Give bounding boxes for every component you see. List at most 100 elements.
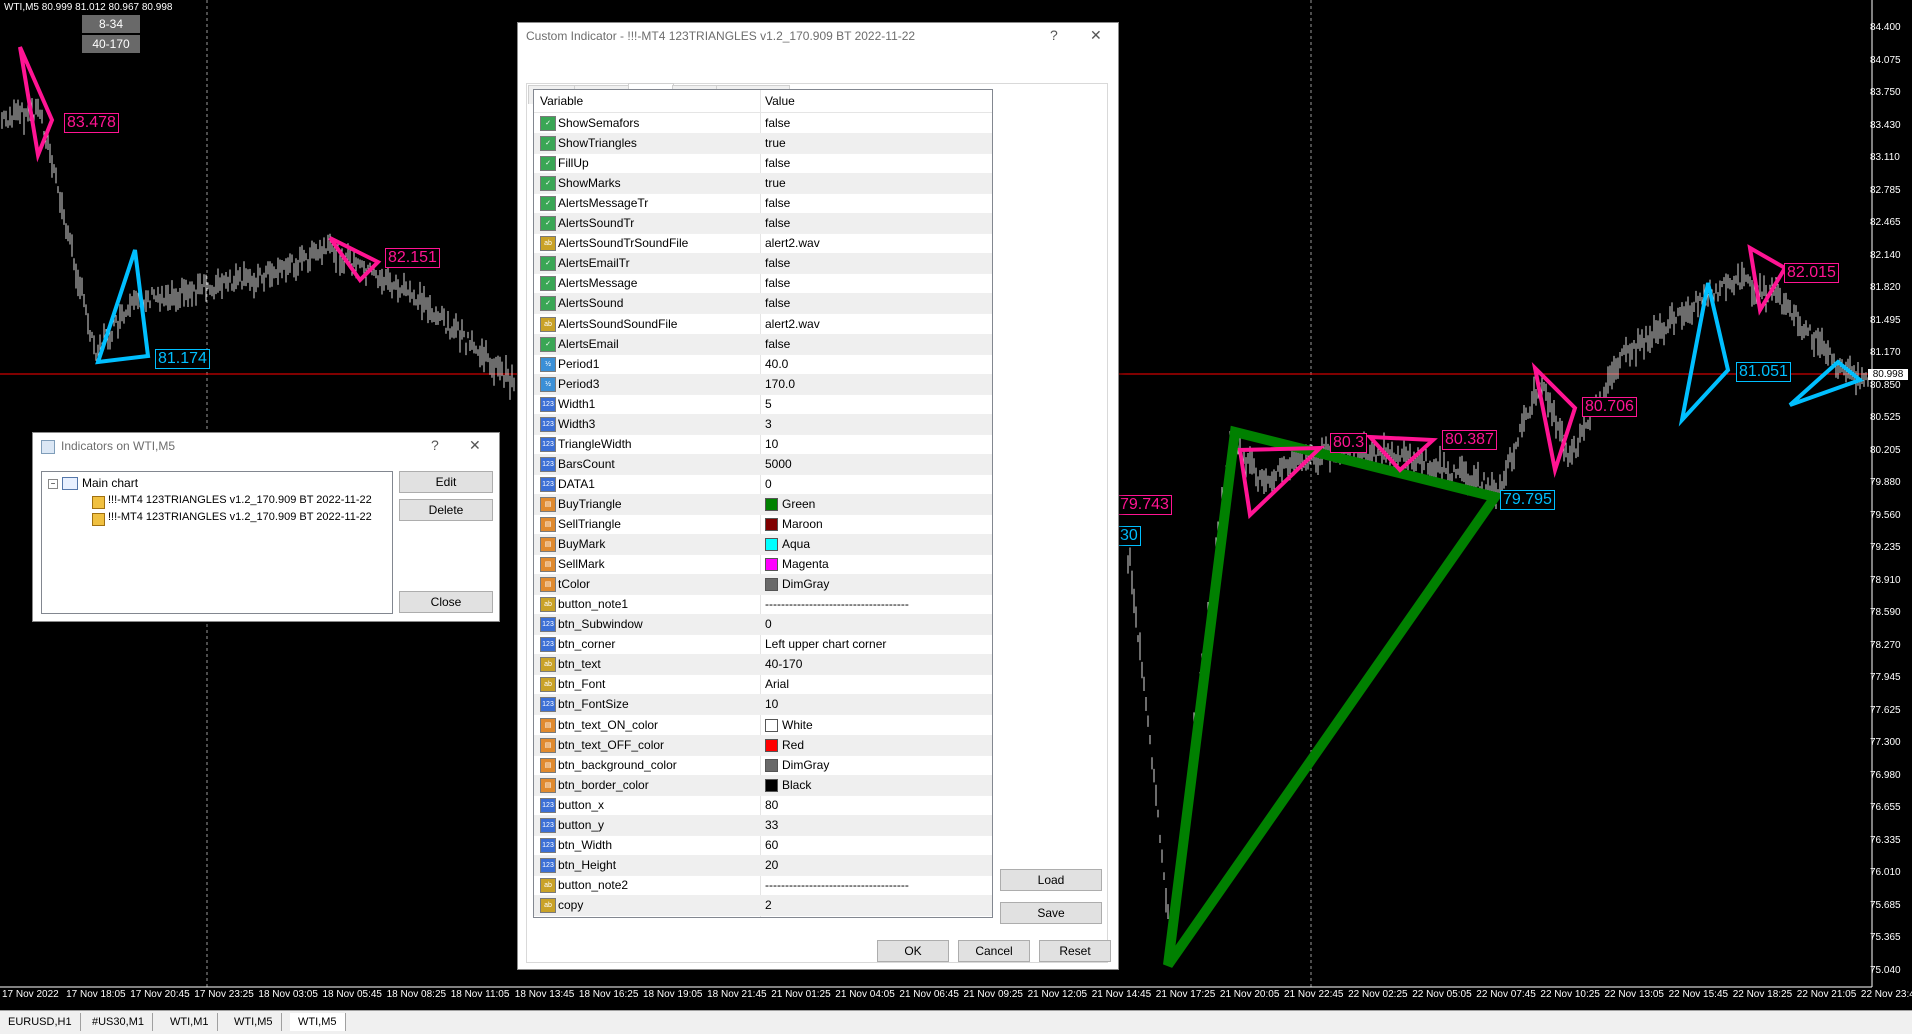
delete-button[interactable]: Delete [399, 499, 493, 521]
input-row-alertssoundtrsoundfile[interactable]: ab AlertsSoundTrSoundFile alert2.wav [534, 233, 992, 255]
variable-value[interactable]: 170.0 [765, 377, 795, 391]
variable-value[interactable]: 0 [765, 617, 772, 631]
variable-value[interactable]: false [765, 116, 790, 130]
variable-value[interactable]: 60 [765, 838, 778, 852]
input-row-button_x[interactable]: 123 button_x 80 [534, 795, 992, 816]
variable-value[interactable]: Black [782, 778, 811, 792]
input-row-btn_fontsize[interactable]: 123 btn_FontSize 10 [534, 694, 992, 716]
input-row-btn_height[interactable]: 123 btn_Height 20 [534, 854, 992, 876]
variable-value[interactable]: false [765, 196, 790, 210]
variable-value[interactable]: Green [782, 497, 815, 511]
input-row-btn_background_color[interactable]: ▤ btn_background_color DimGray [534, 755, 992, 776]
input-row-alertsemailtr[interactable]: ✓ AlertsEmailTr false [534, 253, 992, 275]
variable-value[interactable]: false [765, 276, 790, 290]
help-icon[interactable]: ? [431, 437, 439, 453]
color-swatch[interactable] [765, 578, 778, 592]
input-row-copy[interactable]: ab copy 2 [534, 894, 992, 916]
variable-value[interactable]: 0 [765, 477, 772, 491]
variable-value[interactable]: ------------------------------------ [765, 878, 909, 892]
inputs-grid[interactable]: Variable Value ✓ ShowSemafors false ✓ ShowTr… [533, 89, 993, 918]
variable-value[interactable]: alert2.wav [765, 317, 820, 331]
input-row-buytriangle[interactable]: ▤ BuyTriangle Green [534, 493, 992, 515]
variable-value[interactable]: true [765, 176, 786, 190]
variable-value[interactable]: ------------------------------------ [765, 597, 909, 611]
color-swatch[interactable] [765, 738, 778, 752]
variable-value[interactable]: 33 [765, 818, 778, 832]
input-row-tcolor[interactable]: ▤ tColor DimGray [534, 574, 992, 596]
tab-us30-m1[interactable]: #US30,M1 [84, 1013, 153, 1031]
variable-value[interactable]: Left upper chart corner [765, 637, 886, 651]
input-row-button_y[interactable]: 123 button_y 33 [534, 814, 992, 836]
indicator-tree[interactable]: − Main chart !!!-MT4 123TRIANGLES v1.2_1… [41, 471, 393, 614]
variable-value[interactable]: 5 [765, 397, 772, 411]
variable-value[interactable]: 2 [765, 898, 772, 912]
color-swatch[interactable] [765, 497, 778, 511]
input-row-btn_font[interactable]: ab btn_Font Arial [534, 674, 992, 696]
input-row-selltriangle[interactable]: ▤ SellTriangle Maroon [534, 514, 992, 535]
input-row-alertssound[interactable]: ✓ AlertsSound false [534, 293, 992, 315]
color-swatch[interactable] [765, 558, 778, 572]
variable-value[interactable]: 5000 [765, 457, 792, 471]
tab-wti-m5-active[interactable]: WTI,M5 [290, 1013, 346, 1031]
input-row-btn_subwindow[interactable]: 123 btn_Subwindow 0 [534, 614, 992, 636]
load-button[interactable]: Load [1000, 869, 1102, 891]
save-button[interactable]: Save [1000, 902, 1102, 924]
tree-item[interactable]: !!!-MT4 123TRIANGLES v1.2_170.909 BT 202… [108, 494, 372, 506]
input-row-alertsmessagetr[interactable]: ✓ AlertsMessageTr false [534, 193, 992, 215]
input-row-showtriangles[interactable]: ✓ ShowTriangles true [534, 133, 992, 155]
variable-value[interactable]: Arial [765, 677, 789, 691]
input-row-fillup[interactable]: ✓ FillUp false [534, 153, 992, 175]
color-swatch[interactable] [765, 758, 778, 772]
variable-value[interactable]: 80 [765, 798, 778, 812]
input-row-btn_text_off_color[interactable]: ▤ btn_text_OFF_color Red [534, 734, 992, 756]
input-row-width1[interactable]: 123 Width1 5 [534, 394, 992, 415]
tab-wti-m1[interactable]: WTI,M1 [162, 1013, 218, 1031]
variable-value[interactable]: 40.0 [765, 357, 788, 371]
close-icon[interactable]: ✕ [469, 437, 481, 454]
variable-value[interactable]: Aqua [782, 537, 810, 551]
color-swatch[interactable] [765, 778, 778, 792]
variable-value[interactable]: false [765, 256, 790, 270]
variable-value[interactable]: DimGray [782, 758, 829, 772]
close-button[interactable]: Close [399, 591, 493, 613]
tab-eurusd-h1[interactable]: EURUSD,H1 [0, 1013, 81, 1031]
input-row-button_note2[interactable]: ab button_note2 --------------------------… [534, 875, 992, 896]
input-row-alertssoundtr[interactable]: ✓ AlertsSoundTr false [534, 213, 992, 235]
variable-value[interactable]: White [782, 718, 813, 732]
variable-value[interactable]: Magenta [782, 557, 829, 571]
input-row-alertsmessage[interactable]: ✓ AlertsMessage false [534, 273, 992, 295]
ok-button[interactable]: OK [877, 940, 949, 962]
input-row-width3[interactable]: 123 Width3 3 [534, 413, 992, 435]
chart-button-8-34[interactable]: 8-34 [81, 14, 141, 34]
variable-value[interactable]: Red [782, 738, 804, 752]
input-row-btn_border_color[interactable]: ▤ btn_border_color Black [534, 774, 992, 796]
variable-value[interactable]: false [765, 156, 790, 170]
input-row-period3[interactable]: ½ Period3 170.0 [534, 373, 992, 395]
input-row-showmarks[interactable]: ✓ ShowMarks true [534, 173, 992, 195]
variable-value[interactable]: 10 [765, 437, 778, 451]
cancel-button[interactable]: Cancel [958, 940, 1030, 962]
input-row-btn_corner[interactable]: 123 btn_corner Left upper chart corner [534, 634, 992, 656]
input-row-alertssoundsoundfile[interactable]: ab AlertsSoundSoundFile alert2.wav [534, 314, 992, 335]
edit-button[interactable]: Edit [399, 471, 493, 493]
chart-button-40-170[interactable]: 40-170 [81, 34, 141, 54]
tree-item[interactable]: !!!-MT4 123TRIANGLES v1.2_170.909 BT 202… [108, 511, 372, 523]
input-row-button_note1[interactable]: ab button_note1 --------------------------… [534, 594, 992, 616]
input-row-showsemafors[interactable]: ✓ ShowSemafors false [534, 113, 992, 134]
input-row-buymark[interactable]: ▤ BuyMark Aqua [534, 534, 992, 556]
tab-wti-m5[interactable]: WTI,M5 [226, 1013, 282, 1031]
close-icon[interactable]: ✕ [1090, 27, 1102, 44]
input-row-period1[interactable]: ½ Period1 40.0 [534, 354, 992, 375]
input-row-btn_text[interactable]: ab btn_text 40-170 [534, 654, 992, 676]
input-row-sellmark[interactable]: ▤ SellMark Magenta [534, 554, 992, 576]
input-row-barscount[interactable]: 123 BarsCount 5000 [534, 453, 992, 475]
variable-value[interactable]: true [765, 136, 786, 150]
input-row-btn_text_on_color[interactable]: ▤ btn_text_ON_color White [534, 715, 992, 736]
variable-value[interactable]: 3 [765, 417, 772, 431]
variable-value[interactable]: DimGray [782, 577, 829, 591]
help-icon[interactable]: ? [1050, 27, 1058, 43]
input-row-btn_width[interactable]: 123 btn_Width 60 [534, 835, 992, 856]
variable-value[interactable]: 20 [765, 858, 778, 872]
variable-value[interactable]: false [765, 296, 790, 310]
input-row-trianglewidth[interactable]: 123 TriangleWidth 10 [534, 434, 992, 455]
